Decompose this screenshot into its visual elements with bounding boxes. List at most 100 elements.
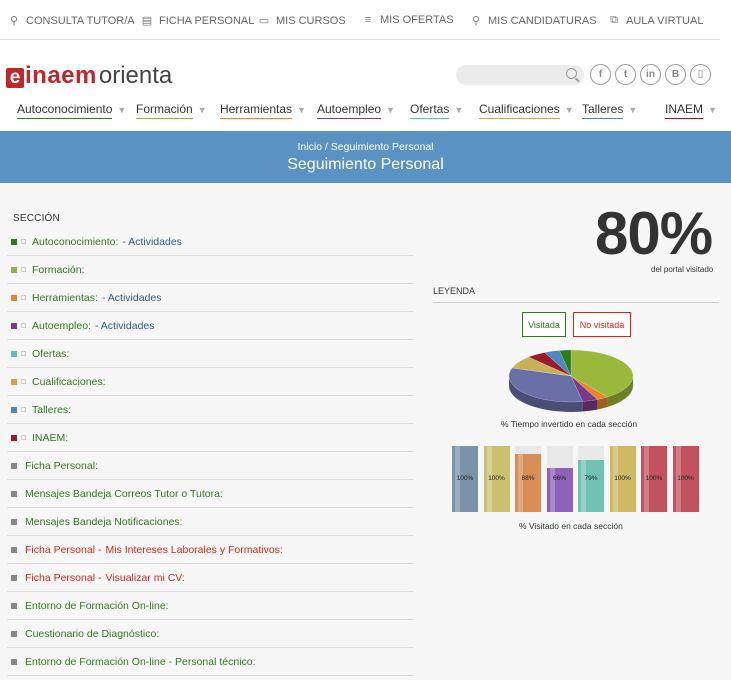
bar-fill xyxy=(578,459,604,512)
section-row: Autoconocimiento: - Actividades xyxy=(7,228,414,256)
section-color-marker xyxy=(11,546,17,553)
mis-cursos-link[interactable]: ▭ MIS CURSOS xyxy=(258,14,346,28)
nav-autoconocimiento[interactable]: Autoconocimiento ▼ xyxy=(17,102,126,119)
search-icon[interactable] xyxy=(566,68,577,79)
bar-fill xyxy=(515,453,541,512)
subsection-link[interactable]: Mis Intereses Laborales y Formativos: xyxy=(105,544,282,556)
chevron-down-icon: ▼ xyxy=(628,105,638,115)
page-banner: Inicio / Seguimiento Personal Seguimient… xyxy=(0,131,731,183)
section-link[interactable]: Entorno de Formación On-line: xyxy=(25,600,169,612)
bar: 100% xyxy=(483,446,510,512)
section-link[interactable]: Autoconocimiento: xyxy=(32,236,118,248)
status-icon xyxy=(21,295,26,300)
consulta-tutor-link[interactable]: ⚲ CONSULTA TUTOR/A xyxy=(8,14,135,28)
logo-mark: e xyxy=(6,68,24,88)
status-icon xyxy=(21,379,26,384)
bar-highlight xyxy=(518,453,523,512)
bar-value-label: 100% xyxy=(677,475,694,482)
nav-label: Talleres xyxy=(582,102,624,119)
bar: 100% xyxy=(672,446,699,512)
nav-formacion[interactable]: Formación ▼ xyxy=(136,102,207,119)
nav-label: Herramientas xyxy=(220,102,293,119)
mobile-icon[interactable]: ▯ xyxy=(690,64,711,85)
activities-link[interactable]: - Actividades xyxy=(95,320,155,332)
ficha-personal-link[interactable]: ▤ FICHA PERSONAL xyxy=(141,14,255,28)
section-link[interactable]: Formación: xyxy=(32,264,85,276)
candidaturas-icon: ⚲ xyxy=(471,15,481,27)
nav-inaem[interactable]: INAEM ▼ xyxy=(665,102,717,119)
bar: 66% xyxy=(546,446,573,512)
section-color-marker xyxy=(11,378,17,385)
section-row: Entorno de Formación On-line - Personal … xyxy=(7,648,414,676)
nav-label: Formación xyxy=(136,102,193,119)
section-link[interactable]: Cuestionario de Diagnóstico: xyxy=(25,628,159,640)
nav-autoempleo[interactable]: Autoempleo ▼ xyxy=(317,102,395,119)
search-input[interactable] xyxy=(456,65,584,85)
bar: 100% xyxy=(452,446,478,512)
activities-link[interactable]: - Actividades xyxy=(102,292,162,304)
section-link[interactable]: Ficha Personal - xyxy=(25,544,101,556)
section-link[interactable]: Ficha Personal: xyxy=(25,460,98,472)
section-link[interactable]: Entorno de Formación On-line - Personal … xyxy=(25,656,256,668)
nav-herramientas[interactable]: Herramientas ▼ xyxy=(220,102,306,119)
aula-icon: ⧉ xyxy=(610,14,618,26)
section-color-marker xyxy=(11,406,17,413)
nav-label: Autoconocimiento xyxy=(17,102,113,119)
chevron-down-icon: ▼ xyxy=(386,105,395,115)
subsection-link[interactable]: Visualizar mi CV: xyxy=(105,572,184,584)
section-list: Autoconocimiento: - Actividades Formación:… xyxy=(7,228,414,676)
section-color-marker xyxy=(11,658,17,665)
bar-value-label: 79% xyxy=(584,475,598,482)
nav-label: Cualificaciones xyxy=(479,102,560,119)
section-row: Ofertas: xyxy=(7,340,414,368)
section-link[interactable]: INAEM: xyxy=(32,432,68,444)
top-utility-bar: ⚲ CONSULTA TUTOR/A ▤ FICHA PERSONAL ▭ MIS C… xyxy=(0,0,720,40)
nav-ofertas[interactable]: Ofertas ▼ xyxy=(410,102,463,119)
status-icon xyxy=(21,407,26,412)
section-link[interactable]: Mensajes Bandeja Correos Tutor o Tutora: xyxy=(25,488,223,500)
linkedin-icon[interactable]: in xyxy=(640,64,661,85)
section-link[interactable]: Talleres: xyxy=(32,404,71,416)
bar-value-label: 100% xyxy=(488,475,505,482)
section-link[interactable]: Ofertas: xyxy=(32,348,69,360)
nav-label: Autoempleo xyxy=(317,102,382,119)
page-title: Seguimiento Personal xyxy=(287,156,444,173)
ofertas-icon: ≡ xyxy=(364,14,372,26)
mis-cursos-label: MIS CURSOS xyxy=(276,14,346,27)
section-row: Mensajes Bandeja Notificaciones: xyxy=(7,508,414,536)
section-row: Autoempleo: - Actividades xyxy=(7,312,414,340)
section-link[interactable]: Herramientas: xyxy=(32,292,98,304)
section-link[interactable]: Cualificaciones: xyxy=(32,376,106,388)
bar: 79% xyxy=(578,446,604,512)
section-row: Talleres: xyxy=(7,396,414,424)
bar-value-label: 100% xyxy=(614,475,631,482)
facebook-icon[interactable]: f xyxy=(590,64,611,85)
activities-link[interactable]: - Actividades xyxy=(122,236,182,248)
breadcrumb[interactable]: Inicio / Seguimiento Personal xyxy=(0,141,731,153)
bar: 100% xyxy=(609,446,636,512)
ficha-icon: ▤ xyxy=(141,15,153,27)
nav-talleres[interactable]: Talleres ▼ xyxy=(582,102,637,119)
aula-virtual-link[interactable]: ⧉ AULA VIRTUAL xyxy=(608,14,703,27)
mis-ofertas-link[interactable]: ≡ MIS OFERTAS xyxy=(362,14,454,26)
inaem-orienta-logo[interactable]: e inaem orienta xyxy=(6,62,172,90)
nav-cualificaciones[interactable]: Cualificaciones ▼ xyxy=(479,102,574,119)
social-links: f t in B ▯ xyxy=(590,64,711,85)
twitter-icon[interactable]: t xyxy=(615,64,636,85)
blogger-icon[interactable]: B xyxy=(665,64,686,85)
section-color-marker xyxy=(11,238,17,245)
section-link[interactable]: Mensajes Bandeja Notificaciones: xyxy=(25,516,183,528)
section-color-marker xyxy=(11,266,17,273)
section-link[interactable]: Autoempleo: xyxy=(32,320,91,332)
section-color-marker xyxy=(11,574,17,581)
section-link[interactable]: Ficha Personal - xyxy=(25,572,101,584)
section-row: Ficha Personal: xyxy=(7,452,414,480)
legend-title: LEYENDA xyxy=(433,286,719,303)
section-color-marker xyxy=(11,294,17,301)
mis-candidaturas-link[interactable]: ⚲ MIS CANDIDATURAS xyxy=(470,14,597,28)
status-icon xyxy=(21,435,26,440)
bar-value-label: 66% xyxy=(552,475,566,482)
section-color-marker xyxy=(11,350,17,357)
portal-percent: 80% xyxy=(595,200,713,267)
bar-value-label: 100% xyxy=(456,475,474,482)
